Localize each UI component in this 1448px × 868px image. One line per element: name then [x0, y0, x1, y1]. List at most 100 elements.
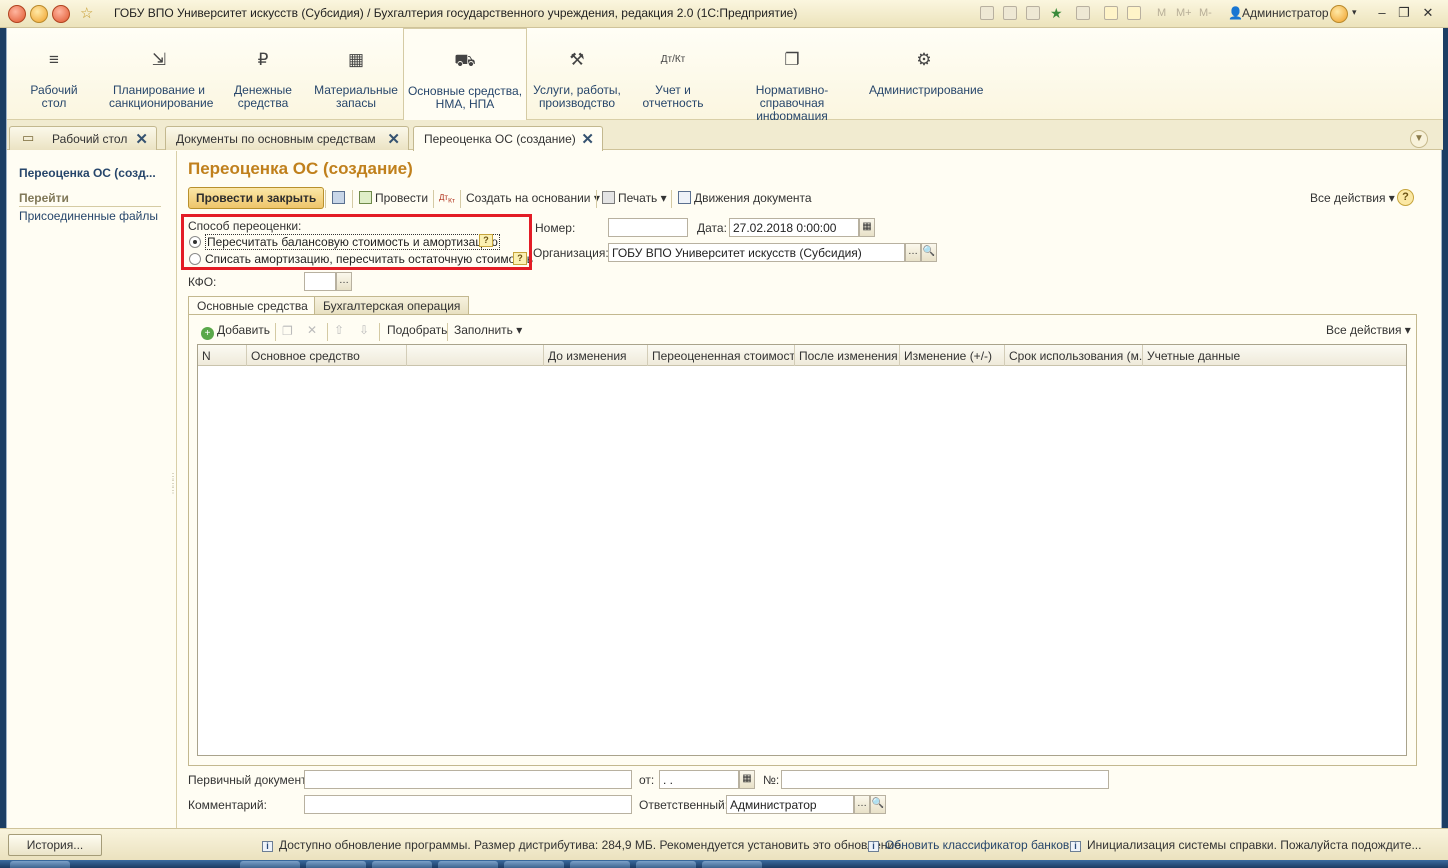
section-accounting[interactable]: Дт/Кт Учет и отчетность	[635, 28, 711, 120]
move-down-icon[interactable]: ⇩	[359, 323, 369, 337]
col-accounting-data[interactable]: Учетные данные	[1143, 345, 1406, 366]
taskbar-item[interactable]	[702, 861, 762, 868]
col-revalued[interactable]: Переоцененная стоимость	[648, 345, 795, 366]
save-icon[interactable]	[980, 6, 994, 20]
calendar-picker-icon[interactable]: ▦	[859, 218, 875, 237]
taskbar-item[interactable]	[570, 861, 630, 868]
col-asset-extra[interactable]	[407, 345, 544, 366]
number-field[interactable]	[608, 218, 688, 237]
taskbar-item[interactable]	[372, 861, 432, 868]
tab-desktop[interactable]: ▭ Рабочий стол ✕	[9, 126, 157, 150]
add-button[interactable]: + Добавить	[201, 320, 270, 342]
date-field[interactable]: 27.02.2018 0:00:00	[729, 218, 859, 237]
print-icon[interactable]	[1003, 6, 1017, 20]
section-planning[interactable]: ⇲ Планирование и санкционирование	[109, 28, 213, 120]
responsible-select-button[interactable]: …	[854, 795, 870, 814]
calendar-picker-icon[interactable]: ▦	[739, 770, 755, 789]
responsible-field[interactable]: Администратор	[726, 795, 854, 814]
add-favorite-icon[interactable]: ★	[1050, 5, 1063, 22]
section-services[interactable]: ⚒ Услуги, работы, производство	[529, 28, 625, 120]
calendar-icon[interactable]	[1127, 6, 1141, 20]
taskbar-item[interactable]	[240, 861, 300, 868]
maximize-icon[interactable]: ❐	[1394, 4, 1414, 22]
calculator-icon[interactable]	[1104, 6, 1118, 20]
section-materials[interactable]: ▦ Материальные запасы	[311, 28, 401, 120]
document-movements-button[interactable]: Движения документа	[678, 188, 812, 210]
chevron-down-icon[interactable]: ▾	[1352, 7, 1357, 18]
comment-field[interactable]	[304, 795, 632, 814]
tab-revaluation[interactable]: Переоценка ОС (создание) ✕	[413, 126, 603, 151]
col-before[interactable]: До изменения	[544, 345, 648, 366]
history-button[interactable]: История...	[8, 834, 102, 856]
from-date-field[interactable]: . .	[659, 770, 739, 789]
responsible-search-icon[interactable]: 🔍	[870, 795, 886, 814]
memory-m-plus[interactable]: M+	[1176, 7, 1192, 19]
kfo-field[interactable]	[304, 272, 336, 291]
org-search-icon[interactable]: 🔍	[921, 243, 937, 262]
post-and-close-button[interactable]: Провести и закрыть	[188, 187, 325, 209]
user-name[interactable]: Администратор	[1242, 6, 1329, 20]
create-based-on-button[interactable]: Создать на основании ▾	[466, 188, 600, 210]
close-tab-icon[interactable]: ✕	[581, 130, 594, 148]
close-icon[interactable]: ✕	[1418, 4, 1438, 22]
history-icon[interactable]	[1076, 6, 1090, 20]
update-bank-classifier-link[interactable]: i Обновить классификатор банков	[868, 838, 1069, 852]
main-menu-icon[interactable]	[30, 5, 48, 23]
pick-button[interactable]: Подобрать	[387, 320, 447, 342]
print-button[interactable]: Печать ▾	[602, 188, 667, 210]
save-button[interactable]	[332, 188, 348, 210]
close-tab-icon[interactable]: ✕	[387, 130, 400, 148]
col-useful-life[interactable]: Срок использования (м...	[1005, 345, 1143, 366]
fixed-assets-table[interactable]: N Основное средство До изменения Переоце…	[197, 344, 1407, 756]
window-title: ГОБУ ВПО Университет искусств (Субсидия)…	[114, 6, 798, 20]
all-actions-button[interactable]: Все действия ▾	[1310, 188, 1395, 210]
kfo-select-button[interactable]: …	[336, 272, 352, 291]
delete-icon[interactable]: ✕	[307, 323, 317, 337]
dtkt-button[interactable]: ДтКт	[439, 188, 455, 210]
app-logo-icon[interactable]	[8, 5, 26, 23]
doc-number-field[interactable]	[781, 770, 1109, 789]
post-button[interactable]: Провести	[359, 188, 428, 210]
section-reference[interactable]: ❐ Нормативно-справочная информация	[725, 28, 859, 123]
help-init-message[interactable]: i Инициализация системы справки. Пожалуйс…	[1070, 838, 1421, 852]
preview-icon[interactable]	[1026, 6, 1040, 20]
minimize-icon[interactable]: –	[1372, 4, 1392, 22]
update-message[interactable]: i Доступно обновление программы. Размер д…	[262, 838, 904, 852]
taskbar-item[interactable]	[438, 861, 498, 868]
close-tab-icon[interactable]: ✕	[135, 130, 148, 148]
section-fixed-assets[interactable]: ⛟ Основные средства, НМА, НПА	[403, 28, 527, 121]
close-all-icon[interactable]	[52, 5, 70, 23]
fill-button[interactable]: Заполнить ▾	[454, 320, 522, 342]
tab-fixed-assets-docs[interactable]: Документы по основным средствам ✕	[165, 126, 409, 150]
panel-resize-grip[interactable]: ⋮ ⋮ ⋮	[169, 473, 177, 495]
col-change[interactable]: Изменение (+/-)	[900, 345, 1005, 366]
nav-attached-files-link[interactable]: Присоединенные файлы	[19, 209, 158, 223]
section-administration[interactable]: ⚙ Администрирование	[869, 28, 983, 120]
col-n[interactable]: N	[198, 345, 247, 366]
col-after[interactable]: После изменения	[795, 345, 900, 366]
all-actions-label: Все действия	[1310, 191, 1386, 205]
tab-accounting-operation[interactable]: Бухгалтерская операция	[314, 296, 470, 315]
move-up-icon[interactable]: ⇧	[334, 323, 344, 337]
org-select-button[interactable]: …	[905, 243, 921, 262]
section-desktop[interactable]: ≡ Рабочий стол	[15, 28, 93, 120]
nav-doc-title[interactable]: Переоценка ОС (созд...	[19, 166, 156, 180]
table-all-actions-button[interactable]: Все действия ▾	[1326, 320, 1411, 342]
taskbar-item[interactable]	[504, 861, 564, 868]
taskbar-item[interactable]	[306, 861, 366, 868]
organization-field[interactable]: ГОБУ ВПО Университет искусств (Субсидия)	[608, 243, 905, 262]
toolbar-divider	[325, 190, 326, 208]
memory-m[interactable]: M	[1157, 7, 1166, 19]
taskbar-item[interactable]	[636, 861, 696, 868]
copy-icon[interactable]: ❐	[282, 324, 293, 338]
tab-fixed-assets[interactable]: Основные средства	[188, 296, 317, 316]
col-asset[interactable]: Основное средство	[247, 345, 407, 366]
memory-m-minus[interactable]: M-	[1199, 7, 1212, 19]
favorites-star-icon[interactable]: ☆	[80, 4, 93, 22]
info-icon[interactable]	[1330, 5, 1348, 23]
primary-doc-field[interactable]	[304, 770, 632, 789]
taskbar-item[interactable]	[10, 861, 70, 868]
section-money[interactable]: ₽ Денежные средства	[223, 28, 303, 120]
tabs-menu-chevron-icon[interactable]: ▼	[1410, 130, 1428, 148]
help-icon[interactable]: ?	[1397, 189, 1414, 206]
